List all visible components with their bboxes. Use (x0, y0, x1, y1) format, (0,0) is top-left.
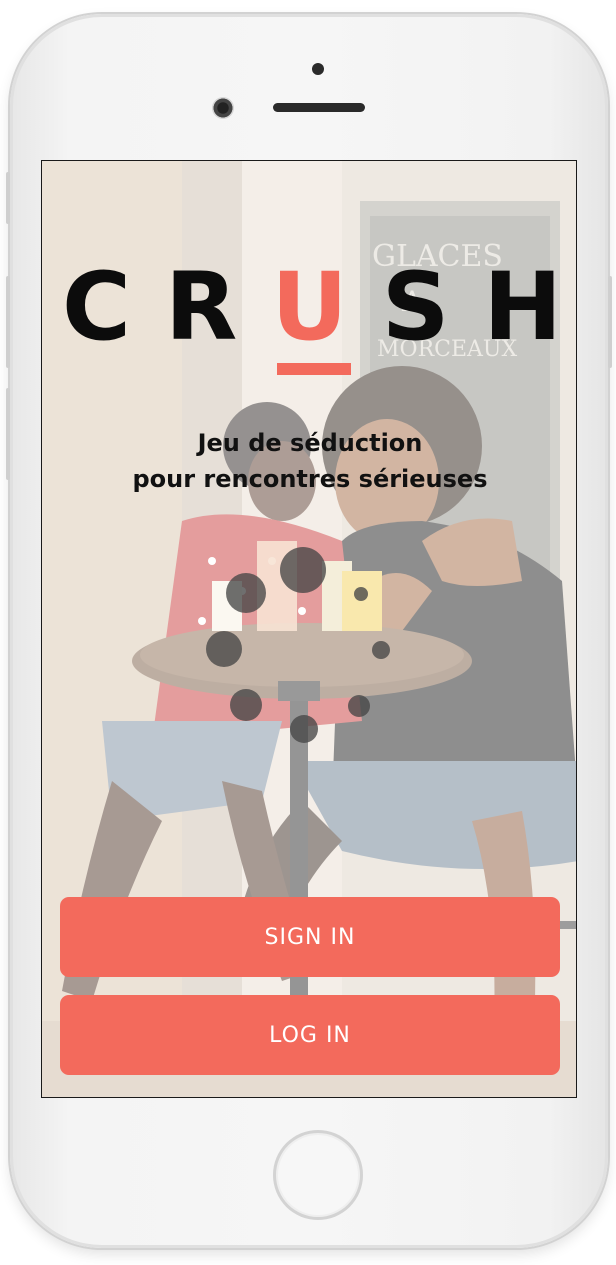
tagline: Jeu de séduction pour rencontres sérieus… (42, 425, 576, 497)
logo-letters-after: SH (381, 253, 577, 362)
spinner-dot (206, 631, 242, 667)
volume-down-button (6, 388, 10, 480)
proximity-sensor (312, 63, 324, 75)
mute-switch (6, 172, 10, 224)
logo-letters-before: CR (62, 253, 272, 362)
front-camera-icon (212, 97, 234, 119)
crush-logo: CRUSH (42, 261, 576, 355)
spinner-dot (348, 695, 370, 717)
loading-spinner-icon (192, 539, 392, 743)
home-button[interactable] (273, 1130, 363, 1220)
log-in-button[interactable]: LOG IN (60, 995, 560, 1075)
spinner-dot (354, 587, 368, 601)
logo-accent-letter: U (271, 253, 382, 362)
spinner-dot (226, 573, 266, 613)
spinner-dot (290, 715, 318, 743)
volume-up-button (6, 276, 10, 368)
spinner-dot (230, 689, 262, 721)
power-button (608, 276, 612, 368)
tagline-line-1: Jeu de séduction (197, 429, 423, 457)
spinner-dot (280, 547, 326, 593)
spinner-dot (372, 641, 390, 659)
sign-in-button[interactable]: SIGN IN (60, 897, 560, 977)
tagline-line-2: pour rencontres sérieuses (132, 465, 488, 493)
app-screen: GLACES A MORCEAUX (41, 160, 577, 1098)
earpiece-speaker (273, 103, 365, 112)
logo-underline (277, 363, 351, 375)
